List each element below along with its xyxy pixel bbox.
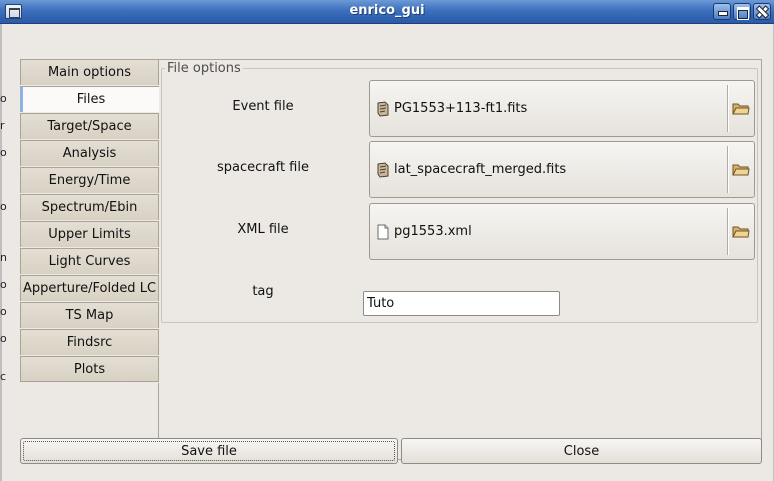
tag-input[interactable] (363, 291, 560, 316)
tab-apperture-folded-lc[interactable]: Apperture/Folded LC (20, 275, 159, 301)
tab-analysis[interactable]: Analysis (20, 140, 159, 166)
folder-icon (732, 164, 750, 176)
file-options-group: File options Event file PG1553+113-ft1.f… (161, 61, 758, 323)
event-file-name: PG1553+113-ft1.fits (394, 101, 528, 116)
tab-upper-limits[interactable]: Upper Limits (20, 221, 159, 247)
text-file-icon (377, 224, 389, 240)
tab-findsrc[interactable]: Findsrc (20, 329, 159, 355)
tab-column: Main options Files Target/Space Analysis… (20, 59, 159, 460)
event-file-label: Event file (232, 99, 294, 114)
spacecraft-file-name: lat_spacecraft_merged.fits (394, 162, 567, 177)
tab-label: Findsrc (66, 335, 113, 350)
minimize-icon[interactable] (713, 3, 731, 20)
group-title: File options (165, 61, 243, 76)
spacecraft-file-label: spacecraft file (217, 160, 309, 175)
title-bar[interactable]: enrico_gui (0, 0, 774, 24)
fits-file-icon (377, 162, 389, 178)
tab-spectrum-ebin[interactable]: Spectrum/Ebin (20, 194, 159, 220)
background-window-fragment: o (0, 332, 7, 345)
close-label: Close (563, 443, 600, 459)
close-window-icon[interactable] (753, 3, 771, 20)
button-separator (727, 208, 729, 255)
tab-label: Energy/Time (48, 173, 131, 188)
tab-label: Files (76, 92, 106, 107)
background-window-fragment: o (0, 146, 7, 159)
background-window-fragment: o (0, 200, 7, 213)
tab-files[interactable]: Files (20, 86, 159, 112)
tab-label: TS Map (65, 308, 114, 323)
tab-label: Light Curves (48, 254, 131, 269)
tab-main-options[interactable]: Main options (20, 59, 159, 85)
folder-icon (732, 103, 750, 115)
xml-file-name: pg1553.xml (394, 224, 472, 239)
background-window-fragment: n (0, 251, 7, 264)
tab-label: Spectrum/Ebin (41, 200, 138, 215)
background-window-fragment: o (0, 278, 7, 291)
files-tab-panel: File options Event file PG1553+113-ft1.f… (159, 59, 762, 460)
xml-file-label: XML file (237, 222, 289, 237)
background-window-fragment: o (0, 305, 7, 318)
folder-icon (732, 226, 750, 238)
xml-file-chooser[interactable]: pg1553.xml (369, 203, 755, 260)
tab-ts-map[interactable]: TS Map (20, 302, 159, 328)
spacecraft-file-chooser[interactable]: lat_spacecraft_merged.fits (369, 141, 755, 198)
background-window-fragment: c (0, 370, 7, 383)
tab-plots[interactable]: Plots (20, 356, 159, 382)
tag-label: tag (252, 284, 274, 299)
background-window-fragment: o (0, 92, 7, 105)
tab-label: Main options (47, 65, 132, 80)
maximize-icon[interactable] (733, 3, 751, 20)
tab-target-space[interactable]: Target/Space (20, 113, 159, 139)
tab-label: Analysis (62, 146, 117, 161)
tab-energy-time[interactable]: Energy/Time (20, 167, 159, 193)
fits-file-icon (377, 101, 389, 117)
button-separator (727, 146, 729, 193)
close-button[interactable]: Close (401, 438, 762, 464)
tab-label: Plots (73, 361, 106, 377)
tab-label: Upper Limits (48, 227, 131, 242)
event-file-chooser[interactable]: PG1553+113-ft1.fits (369, 80, 755, 137)
window-client: o r o o n o o o c Main options Files Tar… (0, 24, 774, 481)
window-title: enrico_gui (349, 3, 425, 18)
tab-light-curves[interactable]: Light Curves (20, 248, 159, 274)
background-window-fragment: r (0, 119, 5, 132)
tab-label: Apperture/Folded LC (22, 281, 157, 296)
save-file-button[interactable]: Save file (20, 438, 398, 464)
focus-ring (23, 441, 395, 461)
button-separator (727, 85, 729, 132)
tab-label: Target/Space (47, 119, 132, 134)
